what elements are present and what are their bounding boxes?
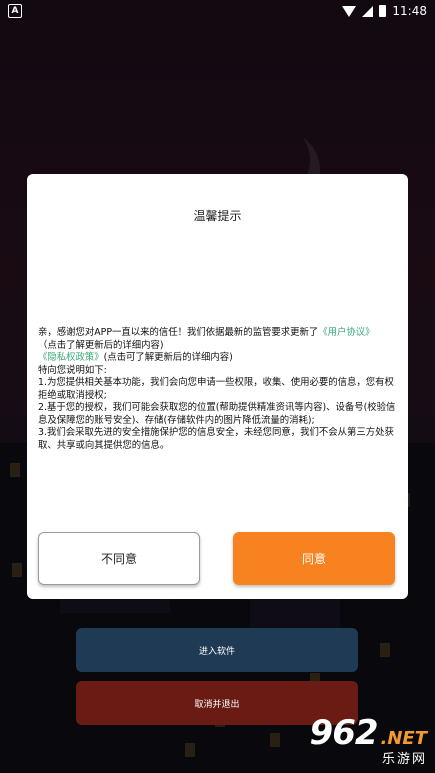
agree-button[interactable]: 同意: [233, 532, 395, 585]
point-3-text: 3.我们会采取先进的安全措施保护您的信息安全，未经您同意，我们不会从第三方处获取…: [38, 427, 394, 451]
signal-icon: [362, 5, 374, 17]
watermark-net: .NET: [380, 728, 427, 749]
privacy-dialog: 温馨提示 亲，感谢您对APP一直以来的信任！我们依据最新的监管要求更新了《用户协…: [27, 174, 408, 599]
enter-app-button: 进入软件: [76, 628, 358, 672]
privacy-policy-note: (点击可了解更新后的详细内容): [103, 352, 233, 363]
wifi-icon: [342, 5, 357, 17]
dialog-title: 温馨提示: [193, 209, 242, 223]
watermark-logo: 962 .NET 乐游网: [310, 716, 427, 767]
point-1-text: 1.为您提供相关基本功能，我们会向您申请一些权限，收集、使用必要的信息，您有权拒…: [38, 377, 394, 401]
user-agreement-link[interactable]: 《用户协议》: [318, 327, 374, 338]
point-2-text: 2.基于您的授权，我们可能会获取您的位置(帮助提供精准资讯等内容)、设备号(校验…: [38, 402, 396, 426]
app-notification-icon: A: [8, 4, 22, 18]
privacy-policy-link[interactable]: 《隐私权政策》: [38, 352, 104, 363]
explain-heading: 特向您说明如下:: [38, 364, 107, 376]
intro-text: 亲，感谢您对APP一直以来的信任！我们依据最新的监管要求更新了: [38, 327, 319, 338]
dialog-body: 亲，感谢您对APP一直以来的信任！我们依据最新的监管要求更新了《用户协议》 （点…: [38, 327, 402, 452]
disagree-button[interactable]: 不同意: [38, 532, 200, 585]
watermark-number: 962: [309, 713, 379, 753]
dialog-button-row: 不同意 同意: [38, 532, 396, 585]
user-agreement-note: （点击了解更新后的详细内容): [38, 339, 164, 351]
status-bar: A 11:48: [0, 0, 435, 22]
battery-icon: [379, 5, 387, 17]
clock: 11:48: [392, 4, 427, 18]
